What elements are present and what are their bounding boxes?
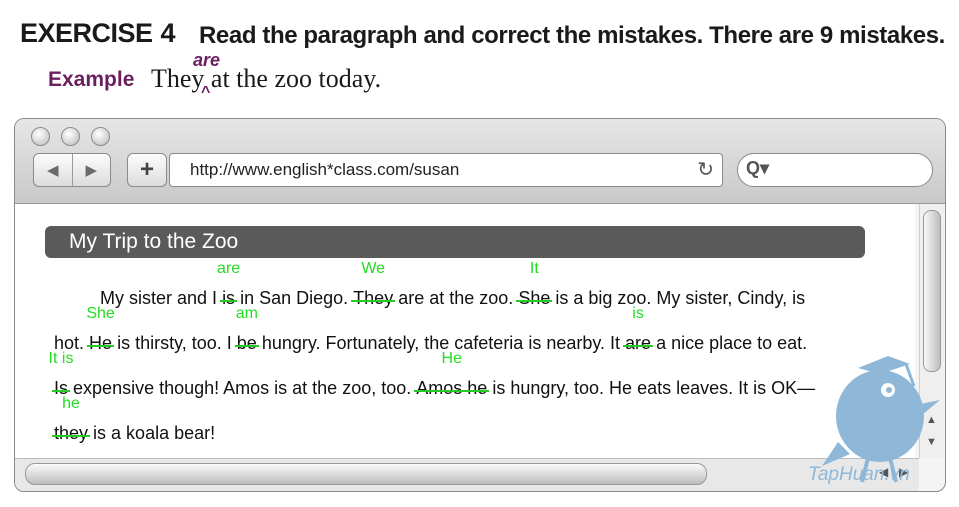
text-segment: a nice place to eat. [656, 333, 808, 353]
text-segment: is hungry, too. He eats leaves. It is OK… [492, 378, 816, 398]
correction-text: She [86, 305, 115, 322]
watermark-logo-text: TapHuan.vn [808, 464, 910, 485]
correction-text: are [217, 260, 241, 277]
text-segment: is a big zoo. My sister, Cindy, is [555, 288, 806, 308]
example-sentence: They at the zoo today. [151, 64, 381, 94]
url-text: http://www.english*class.com/susan [190, 160, 460, 179]
example-sentence-start: They [151, 64, 205, 93]
search-icon[interactable]: Q▾ [746, 158, 769, 179]
correction-text: am [235, 305, 258, 322]
text-segment: My sister and I [100, 288, 218, 308]
horizontal-scroll-thumb[interactable] [25, 463, 707, 485]
url-input[interactable]: http://www.english*class.com/susan ↻ [169, 153, 723, 187]
paragraph: My sister and I are is in San Diego. We Th… [15, 204, 915, 458]
page-content: My Trip to the Zoo My sister and I are is… [15, 204, 915, 458]
crossed-word: are [623, 333, 654, 353]
browser-window: ◀ ▶ + http://www.english*class.com/susan… [14, 118, 946, 492]
correction-text: It [529, 260, 539, 277]
add-tab-button[interactable]: + [127, 153, 167, 187]
window-close-dot[interactable] [31, 127, 50, 146]
exercise-title: EXERCISE 4 [20, 18, 176, 49]
text-segment: is thirsty, too. I [117, 333, 232, 353]
correction-text: He [441, 350, 463, 367]
example-label: Example [48, 68, 135, 91]
crossed-word: He [87, 333, 115, 353]
nav-buttons: ◀ ▶ [33, 153, 111, 187]
crossed-word: They [351, 288, 396, 308]
correction: am be [234, 305, 259, 354]
crossed-word: is [220, 288, 238, 308]
correction: is are [623, 305, 654, 354]
crossed-word: they [51, 423, 91, 443]
reload-icon[interactable]: ↻ [697, 157, 714, 182]
back-icon[interactable]: ◀ [34, 154, 72, 186]
correction-text: We [361, 260, 386, 277]
paragraph-line-4: he they is a koala bear! [51, 395, 216, 444]
exercise-label: EXERCISE [20, 18, 153, 48]
caret-mark: ^ [201, 84, 211, 101]
correction: It She [516, 260, 553, 309]
correction: He Amos he [414, 350, 490, 399]
correction-text: is [632, 305, 644, 322]
window-minimize-dot[interactable] [61, 127, 80, 146]
exercise-number: 4 [160, 18, 176, 48]
vertical-scroll-thumb[interactable] [923, 210, 941, 372]
correction: She He [86, 305, 115, 354]
correction-text: It is [48, 350, 74, 367]
correction-text: he [62, 395, 80, 412]
search-input[interactable]: Q▾ [737, 153, 933, 187]
paragraph-line-2: hot. She He is thirsty, too. I am be hungr… [54, 305, 808, 354]
paragraph-line-3: It is Is expensive though! Amos is at the… [49, 350, 816, 399]
forward-icon[interactable]: ▶ [71, 154, 111, 186]
horizontal-scrollbar[interactable]: ◀ ▶ [15, 458, 919, 491]
correction: he they [51, 395, 91, 444]
example-sentence-end: at the zoo today. [210, 64, 382, 93]
correction: We They [351, 260, 396, 309]
text-segment: are at the zoo. [398, 288, 514, 308]
browser-toolbar: ◀ ▶ + http://www.english*class.com/susan… [15, 119, 945, 204]
crossed-word: be [234, 333, 259, 353]
correction: are is [217, 260, 240, 309]
paragraph-line-1: My sister and I are is in San Diego. We Th… [100, 260, 806, 309]
crossed-word: She [516, 288, 553, 308]
text-segment: expensive though! Amos is at the zoo, to… [73, 378, 412, 398]
text-segment: is a koala bear! [93, 423, 216, 443]
window-zoom-dot[interactable] [91, 127, 110, 146]
exercise-instruction: Read the paragraph and correct the mista… [199, 22, 945, 49]
crossed-word: Amos he [414, 378, 490, 398]
